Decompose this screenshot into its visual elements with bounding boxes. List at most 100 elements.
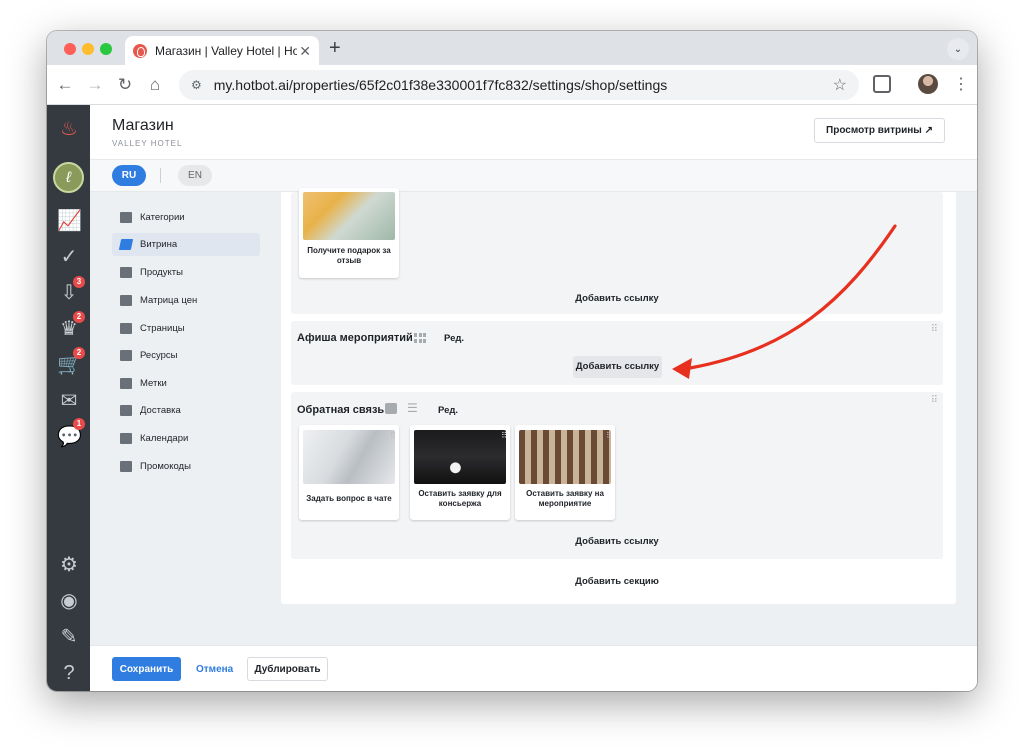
chat-badge: 1: [73, 418, 85, 430]
card-label: Оставить заявку для консьержа: [418, 489, 502, 508]
page-icon: [120, 323, 132, 334]
sidebar-item-categories[interactable]: Категории: [112, 206, 260, 229]
drag-handle-icon[interactable]: ⠿: [931, 395, 938, 406]
link-card[interactable]: Получите подарок за отзыв: [299, 188, 399, 278]
calendar-icon: [120, 433, 132, 444]
url-text: my.hotbot.ai/properties/65f2c01f38e33000…: [213, 77, 668, 93]
sidebar-item-label: Доставка: [140, 405, 181, 416]
tab-strip: Магазин | Valley Hotel | Hotbot ✕ + ⌄: [47, 31, 977, 65]
sidebar-item-label: Календари: [140, 433, 189, 444]
sidebar-item-label: Промокоды: [140, 461, 191, 472]
lang-divider: [160, 168, 161, 183]
products-grid-icon: [120, 267, 132, 278]
add-link-button[interactable]: Добавить ссылку: [567, 293, 667, 304]
add-link-button[interactable]: Добавить ссылку: [573, 356, 662, 378]
event-hall-image: [519, 430, 611, 484]
sidebar-item-tags[interactable]: Метки: [112, 372, 260, 395]
account-icon[interactable]: ◉: [57, 589, 81, 613]
duplicate-button[interactable]: Дублировать: [247, 657, 328, 681]
store-icon: [120, 212, 132, 223]
edit-section-button[interactable]: Ред.: [438, 405, 458, 416]
phone-chat-image: [303, 430, 395, 484]
reload-icon[interactable]: ↻: [115, 75, 135, 95]
analytics-icon[interactable]: 📈: [57, 209, 82, 233]
sidebar-item-label: Продукты: [140, 267, 183, 278]
bookmark-star-icon[interactable]: ☆: [833, 75, 847, 95]
card-label: Оставить заявку на мероприятие: [526, 489, 604, 508]
save-button[interactable]: Сохранить: [112, 657, 181, 681]
browser-menu-icon[interactable]: ⋮: [953, 74, 969, 94]
sidebar-item-storefront[interactable]: Витрина: [112, 233, 260, 256]
lang-en-button[interactable]: EN: [178, 165, 212, 186]
sidebar-item-resources[interactable]: Ресурсы: [112, 344, 260, 367]
card-drag-icon[interactable]: ⠿: [501, 431, 507, 440]
settings-gear-icon[interactable]: ⚙: [57, 553, 81, 577]
hotbot-app: ♨ ℓ 📈 ✓ ⇩ 3 ♛ 2 🛒 2 ✉ 💬 1 ⚙ ◉ ✎ ? Магази…: [47, 105, 977, 691]
drag-handle-icon[interactable]: ⠿: [931, 324, 938, 335]
link-card[interactable]: ⠿ Оставить заявку для консьержа: [410, 425, 510, 520]
sidebar-item-promocodes[interactable]: Промокоды: [112, 455, 260, 478]
tasks-check-icon[interactable]: ✓: [57, 245, 81, 269]
help-icon[interactable]: ?: [57, 661, 81, 685]
new-tab-icon[interactable]: +: [329, 37, 341, 60]
grid-layout-icon[interactable]: [414, 333, 426, 343]
link-card[interactable]: ⠿ Оставить заявку на мероприятие: [515, 425, 615, 520]
preview-storefront-button[interactable]: Просмотр витрины ↗: [814, 118, 945, 143]
site-info-icon[interactable]: ⚙: [191, 78, 202, 92]
section-reviews: Получите подарок за отзыв Добавить ссылк…: [291, 188, 943, 314]
carousel-layout-icon[interactable]: [385, 403, 397, 414]
sidebar-item-label: Витрина: [140, 239, 178, 250]
sidebar-item-label: Страницы: [140, 323, 185, 334]
concierge-image: [414, 430, 506, 484]
section-events: Афиша мероприятий Ред. ⠿ Добавить ссылку: [291, 321, 943, 385]
minimize-window-button[interactable]: [82, 43, 94, 55]
home-icon[interactable]: ⌂: [145, 75, 165, 95]
edit-pencil-icon[interactable]: ✎: [57, 625, 81, 649]
language-bar: RU EN: [90, 159, 977, 192]
back-icon[interactable]: ←: [55, 75, 75, 95]
property-avatar[interactable]: ℓ: [53, 162, 84, 193]
sidebar-item-price-matrix[interactable]: Матрица цен: [112, 289, 260, 312]
sidebar-item-label: Ресурсы: [140, 350, 178, 361]
tag-blue-icon: [118, 239, 134, 250]
browser-toolbar: ← → ↻ ⌂ ⚙ my.hotbot.ai/properties/65f2c0…: [47, 65, 977, 105]
sidebar-item-products[interactable]: Продукты: [112, 261, 260, 284]
link-card[interactable]: ⠿ Задать вопрос в чате: [299, 425, 399, 520]
section-feedback: Обратная связь ☰ Ред. ⠿ ⠿ Задать вопрос …: [291, 392, 943, 559]
mail-icon[interactable]: ✉: [57, 389, 81, 413]
section-title: Афиша мероприятий: [297, 332, 413, 344]
tag-icon: [120, 378, 132, 389]
section-title: Обратная связь: [297, 404, 385, 416]
page-header: Магазин VALLEY HOTEL Просмотр витрины ↗: [90, 105, 977, 159]
calculator-icon: [120, 295, 132, 306]
maximize-window-button[interactable]: [100, 43, 112, 55]
card-drag-icon[interactable]: ⠿: [606, 431, 612, 440]
browser-window: Магазин | Valley Hotel | Hotbot ✕ + ⌄ ← …: [47, 31, 977, 691]
edit-section-button[interactable]: Ред.: [444, 333, 464, 344]
lang-ru-button[interactable]: RU: [112, 165, 146, 186]
hotbot-favicon-icon: [133, 43, 147, 58]
close-tab-icon[interactable]: ✕: [299, 43, 311, 60]
close-window-button[interactable]: [64, 43, 76, 55]
forward-icon[interactable]: →: [85, 75, 105, 95]
add-section-button[interactable]: Добавить секцию: [567, 576, 667, 587]
sidebar-item-calendars[interactable]: Календари: [112, 427, 260, 450]
card-drag-icon[interactable]: ⠿: [390, 431, 396, 440]
extensions-icon[interactable]: [873, 75, 891, 93]
browser-tab[interactable]: Магазин | Valley Hotel | Hotbot ✕: [125, 36, 319, 65]
inbox-badge: 3: [73, 276, 85, 288]
cart-badge: 2: [73, 347, 85, 359]
list-layout-icon[interactable]: ☰: [407, 401, 418, 415]
sidebar-item-delivery[interactable]: Доставка: [112, 399, 260, 422]
sidebar-item-pages[interactable]: Страницы: [112, 317, 260, 340]
hotbot-logo-icon[interactable]: ♨: [57, 117, 81, 141]
cancel-button[interactable]: Отмена: [196, 657, 233, 681]
profile-avatar[interactable]: [918, 74, 938, 94]
card-label: Задать вопрос в чате: [306, 494, 392, 503]
add-link-button[interactable]: Добавить ссылку: [567, 536, 667, 547]
page-subtitle: VALLEY HOTEL: [112, 139, 183, 148]
page-title: Магазин: [112, 117, 174, 134]
address-bar[interactable]: ⚙ my.hotbot.ai/properties/65f2c01f38e330…: [179, 70, 859, 100]
left-rail: ♨ ℓ 📈 ✓ ⇩ 3 ♛ 2 🛒 2 ✉ 💬 1 ⚙ ◉ ✎ ?: [47, 105, 90, 691]
tab-search-icon[interactable]: ⌄: [947, 38, 969, 60]
